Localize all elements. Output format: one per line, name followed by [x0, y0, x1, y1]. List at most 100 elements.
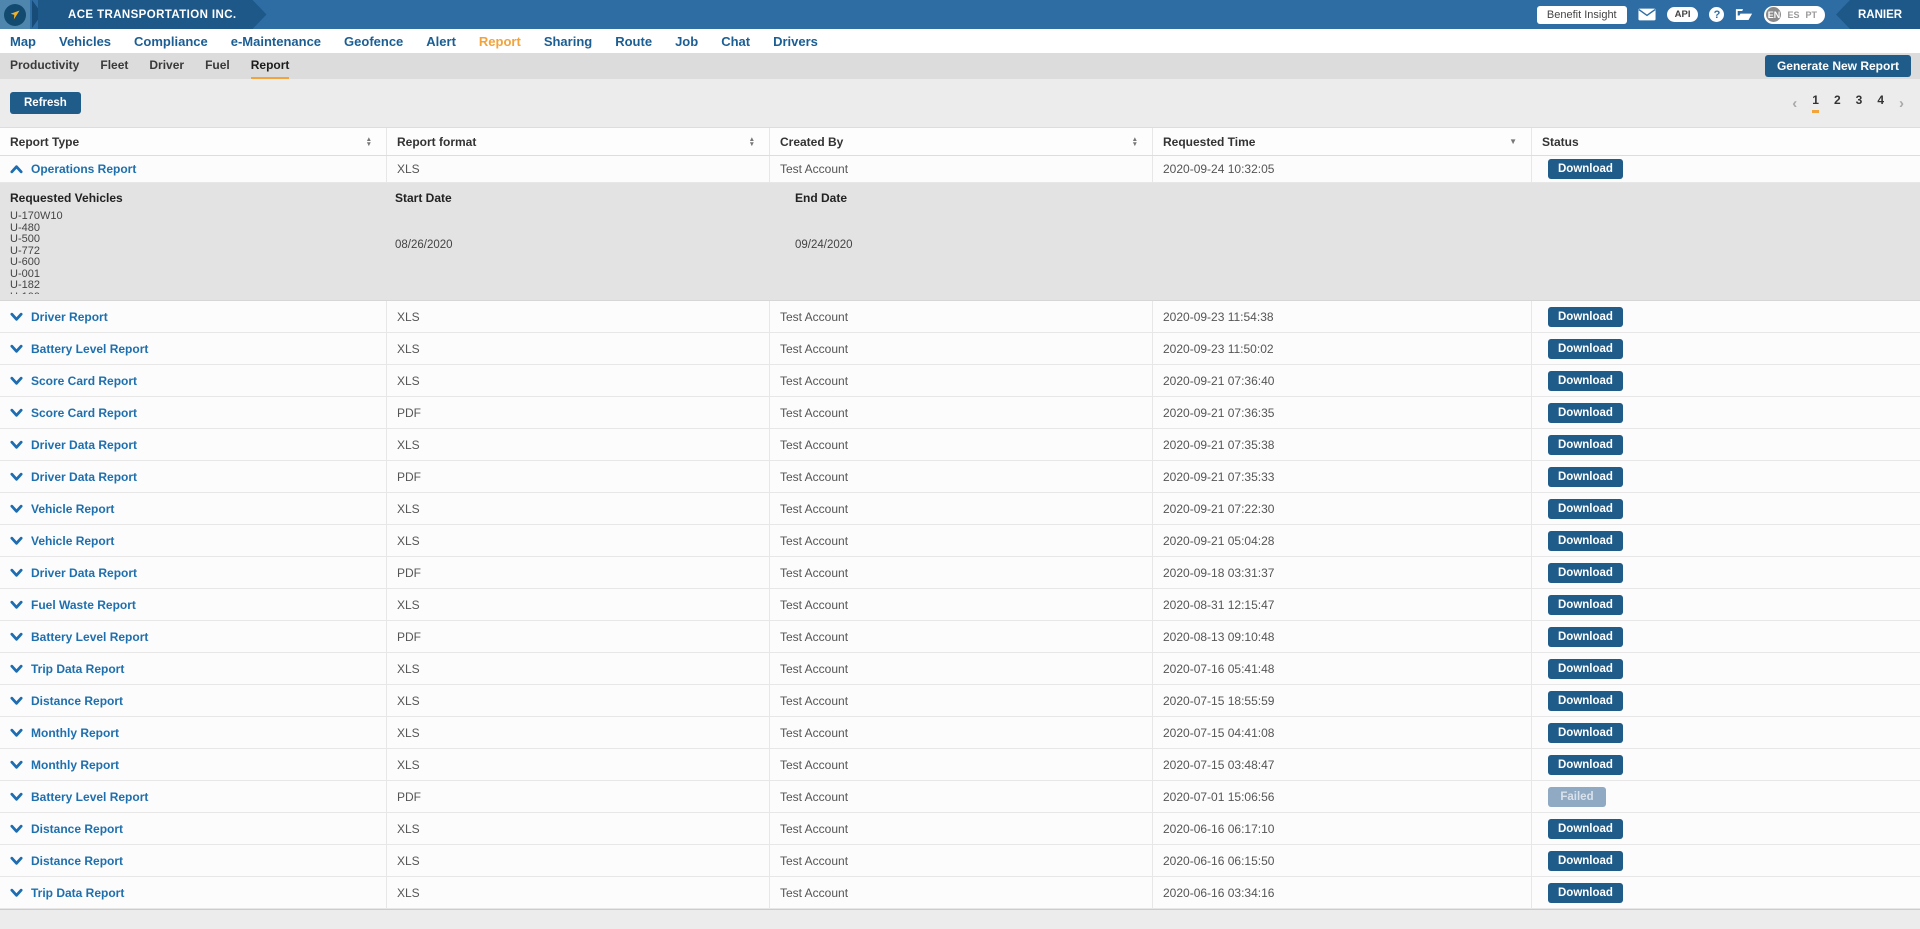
folder-icon[interactable]: [1735, 8, 1753, 22]
download-button[interactable]: Download: [1548, 531, 1623, 551]
report-type-link[interactable]: Battery Level Report: [31, 342, 148, 356]
pagination-prev-icon[interactable]: ‹: [1792, 96, 1797, 111]
sort-icon[interactable]: ▲▼: [1132, 137, 1138, 147]
language-option[interactable]: ES: [1787, 10, 1799, 20]
benefit-insight-button[interactable]: Benefit Insight: [1537, 6, 1627, 24]
mail-icon[interactable]: [1638, 8, 1656, 21]
nav-item-e-maintenance[interactable]: e-Maintenance: [231, 34, 321, 49]
report-type-link[interactable]: Driver Report: [31, 310, 108, 324]
report-type-link[interactable]: Distance Report: [31, 854, 123, 868]
column-header[interactable]: Report Type ▲▼: [0, 128, 387, 155]
report-type-link[interactable]: Score Card Report: [31, 374, 137, 388]
download-button[interactable]: Download: [1548, 723, 1623, 743]
report-type-link[interactable]: Battery Level Report: [31, 630, 148, 644]
sub-nav-tab-driver[interactable]: Driver: [149, 53, 184, 79]
chevron-down-icon[interactable]: [10, 758, 23, 771]
chevron-down-icon[interactable]: [10, 854, 23, 867]
app-logo[interactable]: [0, 0, 30, 29]
sort-icon[interactable]: ▲▼: [366, 137, 372, 147]
report-type-link[interactable]: Driver Data Report: [31, 470, 137, 484]
report-type-link[interactable]: Driver Data Report: [31, 566, 137, 580]
download-button[interactable]: Download: [1548, 755, 1623, 775]
generate-new-report-button[interactable]: Generate New Report: [1765, 55, 1911, 77]
chevron-down-icon[interactable]: [10, 342, 23, 355]
sub-nav-tab-fuel[interactable]: Fuel: [205, 53, 230, 79]
download-button[interactable]: Download: [1548, 883, 1623, 903]
download-button[interactable]: Download: [1548, 307, 1623, 327]
download-button[interactable]: Download: [1548, 435, 1623, 455]
download-button[interactable]: Download: [1548, 159, 1623, 179]
download-button[interactable]: Download: [1548, 339, 1623, 359]
api-button[interactable]: API: [1667, 7, 1699, 22]
refresh-button[interactable]: Refresh: [10, 92, 81, 114]
pagination-page[interactable]: 1: [1812, 93, 1819, 113]
pagination-page[interactable]: 2: [1834, 93, 1841, 113]
nav-item-sharing[interactable]: Sharing: [544, 34, 592, 49]
report-type-link[interactable]: Vehicle Report: [31, 534, 114, 548]
column-header[interactable]: Requested Time ▼: [1153, 128, 1532, 155]
report-type-link[interactable]: Battery Level Report: [31, 790, 148, 804]
download-button[interactable]: Download: [1548, 403, 1623, 423]
report-type-link[interactable]: Distance Report: [31, 822, 123, 836]
chevron-down-icon[interactable]: [10, 566, 23, 579]
report-type-link[interactable]: Distance Report: [31, 694, 123, 708]
download-button[interactable]: Download: [1548, 691, 1623, 711]
sort-icon[interactable]: ▲▼: [749, 137, 755, 147]
pagination-page[interactable]: 4: [1877, 93, 1884, 113]
chevron-down-icon[interactable]: [10, 886, 23, 899]
chevron-down-icon[interactable]: [10, 470, 23, 483]
nav-item-job[interactable]: Job: [675, 34, 698, 49]
report-type-link[interactable]: Score Card Report: [31, 406, 137, 420]
column-header[interactable]: Status: [1532, 128, 1920, 155]
chevron-down-icon[interactable]: [10, 374, 23, 387]
chevron-down-icon[interactable]: [10, 502, 23, 515]
nav-item-drivers[interactable]: Drivers: [773, 34, 818, 49]
nav-item-geofence[interactable]: Geofence: [344, 34, 403, 49]
download-button[interactable]: Download: [1548, 819, 1623, 839]
failed-button[interactable]: Failed: [1548, 787, 1606, 807]
download-button[interactable]: Download: [1548, 659, 1623, 679]
column-header[interactable]: Created By ▲▼: [770, 128, 1153, 155]
report-type-link[interactable]: Monthly Report: [31, 758, 119, 772]
help-icon[interactable]: ?: [1709, 7, 1724, 22]
chevron-down-icon[interactable]: [10, 822, 23, 835]
nav-item-alert[interactable]: Alert: [426, 34, 456, 49]
chevron-down-icon[interactable]: [10, 598, 23, 611]
download-button[interactable]: Download: [1548, 499, 1623, 519]
nav-item-chat[interactable]: Chat: [721, 34, 750, 49]
download-button[interactable]: Download: [1548, 627, 1623, 647]
download-button[interactable]: Download: [1548, 595, 1623, 615]
chevron-down-icon[interactable]: [10, 694, 23, 707]
pagination-next-icon[interactable]: ›: [1899, 96, 1904, 111]
report-type-link[interactable]: Operations Report: [31, 162, 136, 176]
chevron-down-icon[interactable]: [10, 662, 23, 675]
language-option[interactable]: EN: [1766, 7, 1781, 22]
column-header[interactable]: Report format ▲▼: [387, 128, 770, 155]
download-button[interactable]: Download: [1548, 563, 1623, 583]
chevron-down-icon[interactable]: [10, 790, 23, 803]
chevron-down-icon[interactable]: [10, 310, 23, 323]
nav-item-route[interactable]: Route: [615, 34, 652, 49]
chevron-up-icon[interactable]: [10, 163, 23, 176]
user-name[interactable]: RANIER: [1836, 0, 1920, 29]
sub-nav-tab-productivity[interactable]: Productivity: [10, 53, 79, 79]
sort-icon[interactable]: ▼: [1509, 138, 1517, 146]
chevron-down-icon[interactable]: [10, 406, 23, 419]
report-type-link[interactable]: Monthly Report: [31, 726, 119, 740]
pagination-page[interactable]: 3: [1856, 93, 1863, 113]
report-type-link[interactable]: Trip Data Report: [31, 886, 124, 900]
chevron-down-icon[interactable]: [10, 438, 23, 451]
nav-item-vehicles[interactable]: Vehicles: [59, 34, 111, 49]
download-button[interactable]: Download: [1548, 467, 1623, 487]
chevron-down-icon[interactable]: [10, 534, 23, 547]
download-button[interactable]: Download: [1548, 851, 1623, 871]
download-button[interactable]: Download: [1548, 371, 1623, 391]
sub-nav-tab-fleet[interactable]: Fleet: [100, 53, 128, 79]
report-type-link[interactable]: Vehicle Report: [31, 502, 114, 516]
chevron-down-icon[interactable]: [10, 630, 23, 643]
nav-item-report[interactable]: Report: [479, 34, 521, 49]
chevron-down-icon[interactable]: [10, 726, 23, 739]
language-option[interactable]: PT: [1805, 10, 1817, 20]
report-type-link[interactable]: Fuel Waste Report: [31, 598, 136, 612]
nav-item-compliance[interactable]: Compliance: [134, 34, 208, 49]
